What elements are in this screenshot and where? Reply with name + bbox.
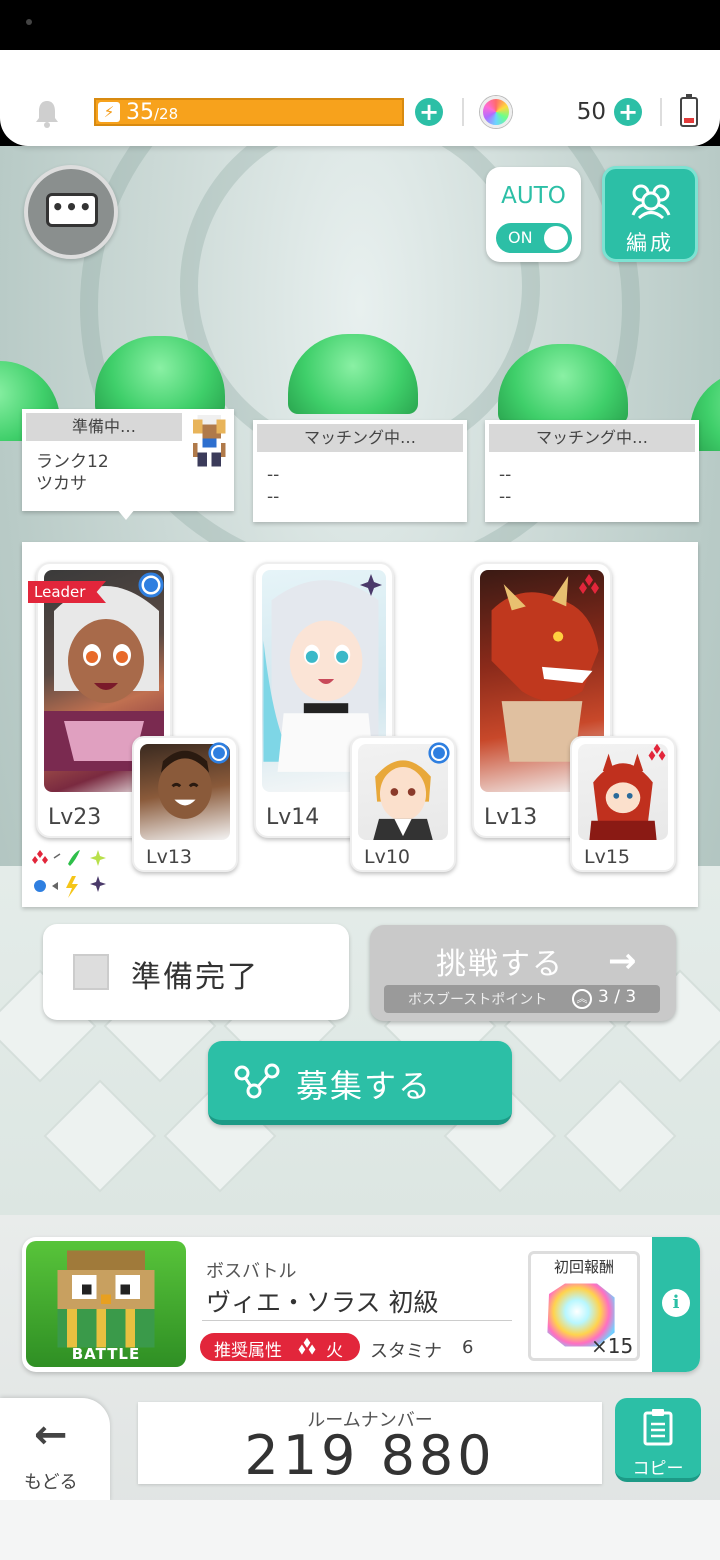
challenge-label: 挑戦する bbox=[436, 947, 564, 982]
stamina-cost-label: スタミナ bbox=[370, 1341, 442, 1362]
chat-bubble-icon: ••• bbox=[46, 193, 98, 227]
first-clear-reward-label: 初回報酬 bbox=[553, 1258, 614, 1276]
boost-point-count: 3 / 3 bbox=[598, 987, 637, 1007]
party-label: 編成 bbox=[626, 231, 674, 255]
recruit-label: 募集する bbox=[296, 1067, 433, 1105]
stamina-bar: ⚡ 35/28 bbox=[94, 98, 404, 126]
player-avatar-sprite bbox=[193, 415, 226, 467]
element-cycle-legend bbox=[32, 850, 106, 898]
auto-toggle-state: ON bbox=[508, 228, 533, 247]
first-clear-reward: 初回報酬 ×15 bbox=[528, 1251, 640, 1361]
quest-thumbnail: BATTLE bbox=[26, 1241, 186, 1367]
quest-info-button[interactable]: i bbox=[652, 1237, 700, 1372]
add-orb-button[interactable]: + bbox=[614, 98, 642, 126]
player-rank: -- bbox=[267, 465, 280, 485]
water-element-icon bbox=[138, 572, 164, 598]
boost-chevron-icon: ︽ bbox=[572, 989, 592, 1009]
ready-button[interactable]: 準備完了 bbox=[43, 924, 349, 1020]
stamina-text: 35/28 bbox=[126, 100, 179, 125]
fire-element-icon bbox=[648, 743, 666, 761]
party-icon bbox=[631, 184, 671, 219]
room-number: 219 880 bbox=[244, 1424, 496, 1487]
bell-icon[interactable] bbox=[32, 98, 62, 128]
back-button[interactable]: ← もどる bbox=[0, 1398, 110, 1502]
copy-button[interactable]: コピー bbox=[615, 1398, 701, 1482]
player-status: 準備中… bbox=[26, 413, 182, 441]
auto-toggle-panel[interactable]: AUTO ON bbox=[486, 167, 581, 262]
info-icon: i bbox=[662, 1289, 690, 1317]
reward-count: ×15 bbox=[591, 1334, 634, 1358]
clipboard-icon bbox=[643, 1409, 673, 1446]
leader-tag: Leader bbox=[28, 581, 106, 603]
back-label: もどる bbox=[24, 1472, 78, 1493]
battle-label: BATTLE bbox=[71, 1345, 141, 1363]
arrow-right-icon: → bbox=[608, 941, 637, 981]
fire-element-icon bbox=[298, 1337, 316, 1355]
boost-point-strip: ボスブーストポイント ︽ 3 / 3 bbox=[384, 985, 660, 1013]
arrow-left-icon: ← bbox=[34, 1412, 68, 1458]
recruit-button[interactable]: 募集する bbox=[208, 1041, 512, 1125]
quest-category: ボスバトル bbox=[206, 1261, 297, 1282]
quest-info-card[interactable]: BATTLE ボスバトル ヴィエ・ソラス 初級 推奨属性 火 スタミナ 6 初回… bbox=[22, 1237, 700, 1372]
resource-bar: ⚡ 35/28 + 50 + bbox=[0, 50, 720, 146]
player-status: マッチング中… bbox=[257, 424, 463, 452]
boost-point-label: ボスブーストポイント bbox=[408, 992, 548, 1008]
player-rank: -- bbox=[499, 465, 512, 485]
challenge-button[interactable]: 挑戦する → ボスブーストポイント ︽ 3 / 3 bbox=[370, 925, 676, 1021]
player-name: -- bbox=[267, 487, 280, 507]
sub-unit-level: Lv15 bbox=[584, 846, 631, 868]
divider bbox=[202, 1320, 512, 1321]
player-status: マッチング中… bbox=[489, 424, 695, 452]
player-slot-3: マッチング中… -- -- bbox=[485, 420, 699, 522]
ready-label: 準備完了 bbox=[131, 960, 259, 995]
sub-unit-level: Lv10 bbox=[364, 846, 411, 868]
divider bbox=[462, 98, 464, 126]
ready-checkbox[interactable] bbox=[73, 954, 109, 990]
water-element-icon bbox=[428, 742, 450, 764]
toggle-knob bbox=[544, 226, 568, 250]
dark-element-icon bbox=[360, 574, 382, 596]
orb-count: 50 bbox=[576, 99, 606, 125]
unit-level: Lv14 bbox=[266, 805, 320, 830]
auto-label: AUTO bbox=[501, 183, 566, 209]
camera-dot bbox=[26, 19, 32, 25]
divider bbox=[660, 98, 662, 126]
player-slot-2: マッチング中… -- -- bbox=[253, 420, 467, 522]
chat-button[interactable]: ••• bbox=[24, 165, 118, 259]
unit-level: Lv23 bbox=[48, 805, 102, 830]
lightning-icon: ⚡ bbox=[98, 102, 120, 122]
share-network-icon bbox=[234, 1063, 280, 1099]
room-number-panel: ルームナンバー 219 880 bbox=[138, 1402, 602, 1487]
sub-unit-level: Lv13 bbox=[146, 846, 193, 868]
recommended-attribute-pill: 推奨属性 火 bbox=[200, 1333, 360, 1361]
copy-label: コピー bbox=[632, 1459, 684, 1479]
player-name: -- bbox=[499, 487, 512, 507]
system-status-bar bbox=[0, 0, 720, 50]
recommended-attribute-name: 火 bbox=[326, 1341, 343, 1361]
footer-background bbox=[0, 1500, 720, 1560]
rainbow-orb-icon bbox=[480, 96, 512, 128]
quest-name: ヴィエ・ソラス 初級 bbox=[206, 1288, 439, 1317]
auto-toggle[interactable]: ON bbox=[496, 223, 572, 253]
player-slot-1[interactable]: 準備中… ランク12 ツカサ bbox=[22, 409, 234, 511]
player-name: ツカサ bbox=[36, 474, 87, 494]
stamina-cost-value: 6 bbox=[462, 1337, 474, 1358]
recommended-attribute-label: 推奨属性 bbox=[214, 1341, 282, 1361]
party-formation-button[interactable]: 編成 bbox=[602, 166, 698, 262]
player-rank: ランク12 bbox=[36, 452, 109, 472]
add-stamina-button[interactable]: + bbox=[415, 98, 443, 126]
battery-icon bbox=[680, 94, 698, 127]
water-element-icon bbox=[208, 742, 230, 764]
unit-level: Lv13 bbox=[484, 805, 538, 830]
fire-element-icon bbox=[579, 574, 599, 594]
speech-pointer bbox=[116, 508, 136, 520]
